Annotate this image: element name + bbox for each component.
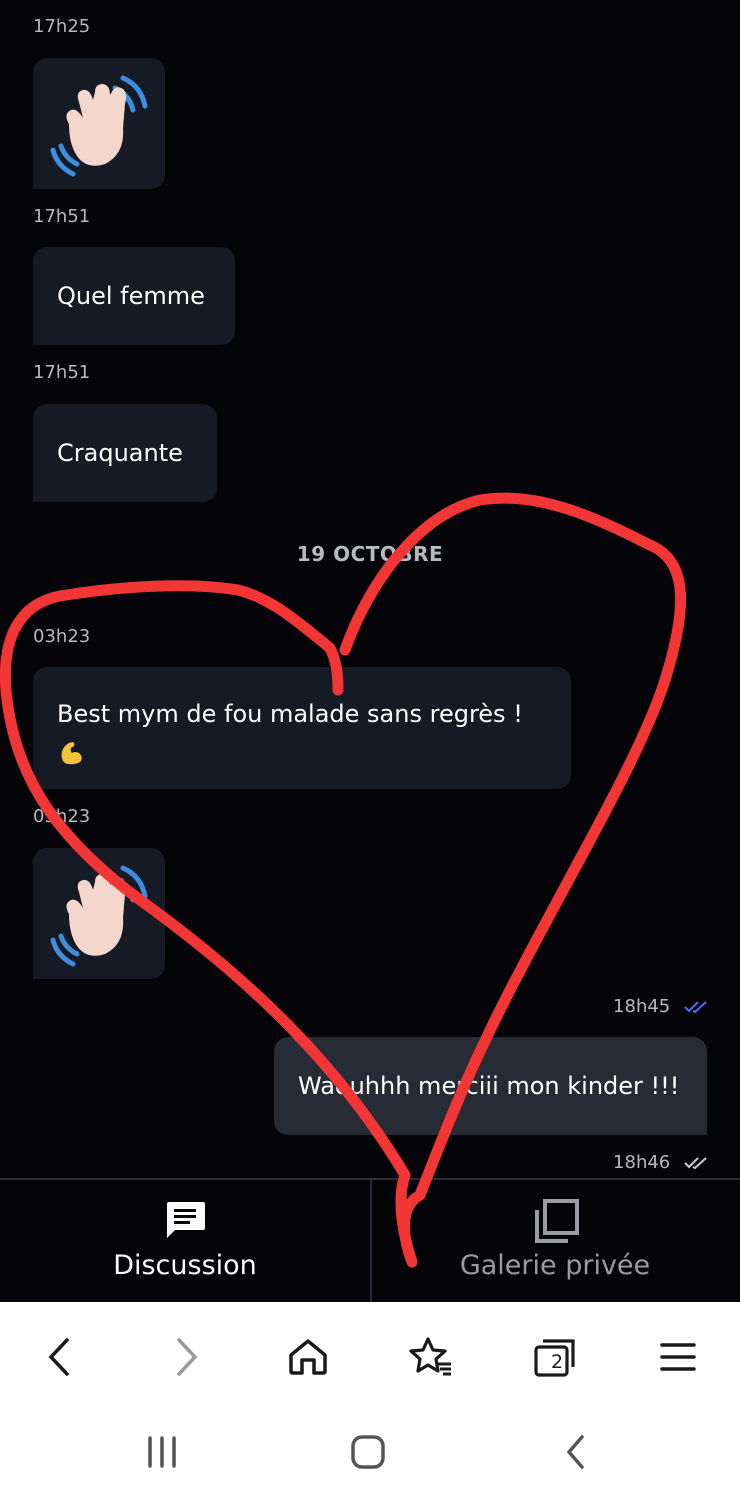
message-text: Quel femme <box>57 282 205 310</box>
message-bubble[interactable]: Best mym de fou malade sans regrès ! <box>33 667 571 789</box>
message-bubble[interactable]: Craquante <box>33 404 217 502</box>
tab-count: 2 <box>550 1351 564 1373</box>
message-time: 17h25 <box>33 16 91 37</box>
back-button[interactable] <box>30 1327 90 1387</box>
menu-button[interactable] <box>648 1327 708 1387</box>
read-ticks-icon <box>684 1001 707 1014</box>
recent-apps-button[interactable] <box>132 1422 192 1482</box>
message-time: 17h51 <box>33 206 91 227</box>
home-square-icon <box>351 1435 385 1469</box>
tab-bar: Discussion Galerie privée <box>0 1178 740 1304</box>
tab-label: Discussion <box>113 1250 257 1281</box>
tab-label: Galerie privée <box>459 1250 651 1281</box>
bookmarks-button[interactable] <box>401 1327 461 1387</box>
recent-apps-icon <box>148 1436 176 1468</box>
tabs-button[interactable]: 2 <box>525 1327 585 1387</box>
waving-hand-icon <box>50 75 148 177</box>
message-time: 03h23 <box>33 806 91 827</box>
gallery-icon <box>535 1199 579 1243</box>
home-icon <box>289 1339 327 1375</box>
chat-icon <box>167 1202 205 1238</box>
star-list-icon <box>409 1337 451 1376</box>
message-time: 18h46 <box>613 1152 671 1173</box>
back-chevron-icon <box>566 1435 584 1469</box>
message-text: Waouhhh merciii mon kinder !!! <box>298 1072 680 1100</box>
system-navigation-bar <box>0 1412 740 1500</box>
forward-button[interactable] <box>156 1327 216 1387</box>
delivered-ticks-icon <box>684 1157 707 1170</box>
home-button[interactable] <box>278 1327 338 1387</box>
tab-galerie-privee[interactable]: Galerie privée <box>370 1180 740 1304</box>
tab-discussion[interactable]: Discussion <box>0 1180 370 1304</box>
message-time: 03h23 <box>33 626 91 647</box>
date-separator: 19 OCTOBRE <box>296 542 444 566</box>
message-time: 18h45 <box>613 996 671 1017</box>
chevron-left-icon <box>48 1338 69 1376</box>
message-time-row: 18h46 <box>560 1152 708 1173</box>
chevron-right-icon <box>177 1338 198 1376</box>
message-time: 17h51 <box>33 362 91 383</box>
message-bubble[interactable]: Quel femme <box>33 247 235 345</box>
waving-hand-icon <box>50 865 148 967</box>
hamburger-menu-icon <box>660 1343 696 1371</box>
flexed-biceps-icon <box>61 742 82 765</box>
emoji-message[interactable] <box>33 848 165 979</box>
message-bubble-outgoing[interactable]: Waouhhh merciii mon kinder !!! <box>274 1037 707 1135</box>
back-system-button[interactable] <box>546 1422 606 1482</box>
browser-toolbar: 2 <box>0 1302 740 1412</box>
message-text: Best mym de fou malade sans regrès ! <box>57 700 523 728</box>
chat-thread[interactable]: 17h25 17h51 Quel femme 17h51 Craquante 1… <box>0 0 740 1178</box>
message-time-row: 18h45 <box>560 996 708 1017</box>
home-system-button[interactable] <box>338 1422 398 1482</box>
emoji-message[interactable] <box>33 58 165 189</box>
message-text: Craquante <box>57 439 183 467</box>
